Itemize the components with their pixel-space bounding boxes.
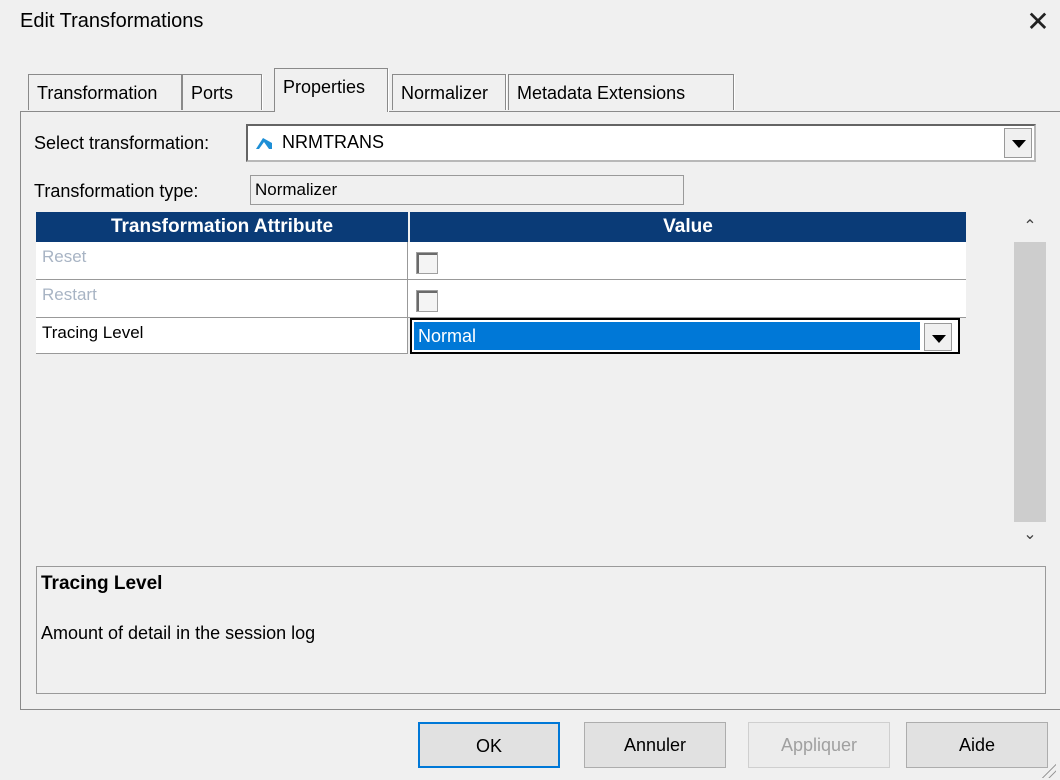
description-text: Amount of detail in the session log — [41, 623, 316, 643]
tab-normalizer[interactable]: Normalizer — [392, 74, 507, 110]
table-row: Restart — [36, 280, 966, 318]
tab-ports[interactable]: Ports — [182, 74, 263, 110]
attribute-name: Reset — [36, 242, 408, 279]
description-panel: Tracing Level Amount of detail in the se… — [36, 566, 1046, 694]
resize-grip-icon[interactable] — [1040, 762, 1056, 778]
select-transformation-dropdown[interactable]: NRMTRANS — [246, 124, 1036, 162]
table-row: Tracing Level Normal — [36, 318, 976, 356]
tracing-level-value: Normal — [414, 322, 920, 350]
reset-checkbox[interactable] — [416, 252, 438, 274]
chevron-up-icon[interactable]: ⌃ — [1014, 212, 1046, 242]
table-row: Reset — [36, 242, 966, 280]
cancel-button[interactable]: Annuler — [584, 722, 726, 768]
chevron-down-icon[interactable] — [924, 323, 952, 351]
scrollbar-thumb[interactable] — [1014, 242, 1046, 522]
transformation-type-label: Transformation type: — [34, 181, 199, 201]
title-bar: Edit Transformations ✕ — [0, 0, 1060, 44]
attribute-name: Restart — [36, 280, 408, 317]
close-icon[interactable]: ✕ — [1020, 4, 1056, 40]
window-title: Edit Transformations — [20, 10, 204, 32]
vertical-scrollbar[interactable]: ⌃ ⌄ — [1014, 212, 1046, 550]
description-title: Tracing Level — [41, 573, 163, 594]
selected-transformation: NRMTRANS — [282, 132, 384, 152]
select-transformation-label: Select transformation: — [34, 133, 210, 153]
tab-properties[interactable]: Properties — [274, 68, 389, 112]
ok-button[interactable]: OK — [418, 722, 560, 768]
attribute-grid: Transformation Attribute Value Reset Res… — [36, 212, 1014, 550]
chevron-down-icon[interactable]: ⌄ — [1014, 520, 1046, 550]
apply-button[interactable]: Appliquer — [748, 722, 890, 768]
header-value: Value — [410, 212, 966, 242]
restart-checkbox[interactable] — [416, 290, 438, 312]
chevron-down-icon[interactable] — [1004, 128, 1032, 158]
tracing-level-dropdown[interactable]: Normal — [410, 318, 960, 354]
help-button[interactable]: Aide — [906, 722, 1048, 768]
tab-metadata-extensions[interactable]: Metadata Extensions — [508, 74, 735, 110]
normalizer-icon — [254, 135, 274, 151]
attribute-name: Tracing Level — [36, 318, 408, 354]
tab-transformation[interactable]: Transformation — [28, 74, 183, 110]
transformation-type-field: Normalizer — [250, 175, 684, 205]
header-attribute: Transformation Attribute — [36, 212, 408, 242]
